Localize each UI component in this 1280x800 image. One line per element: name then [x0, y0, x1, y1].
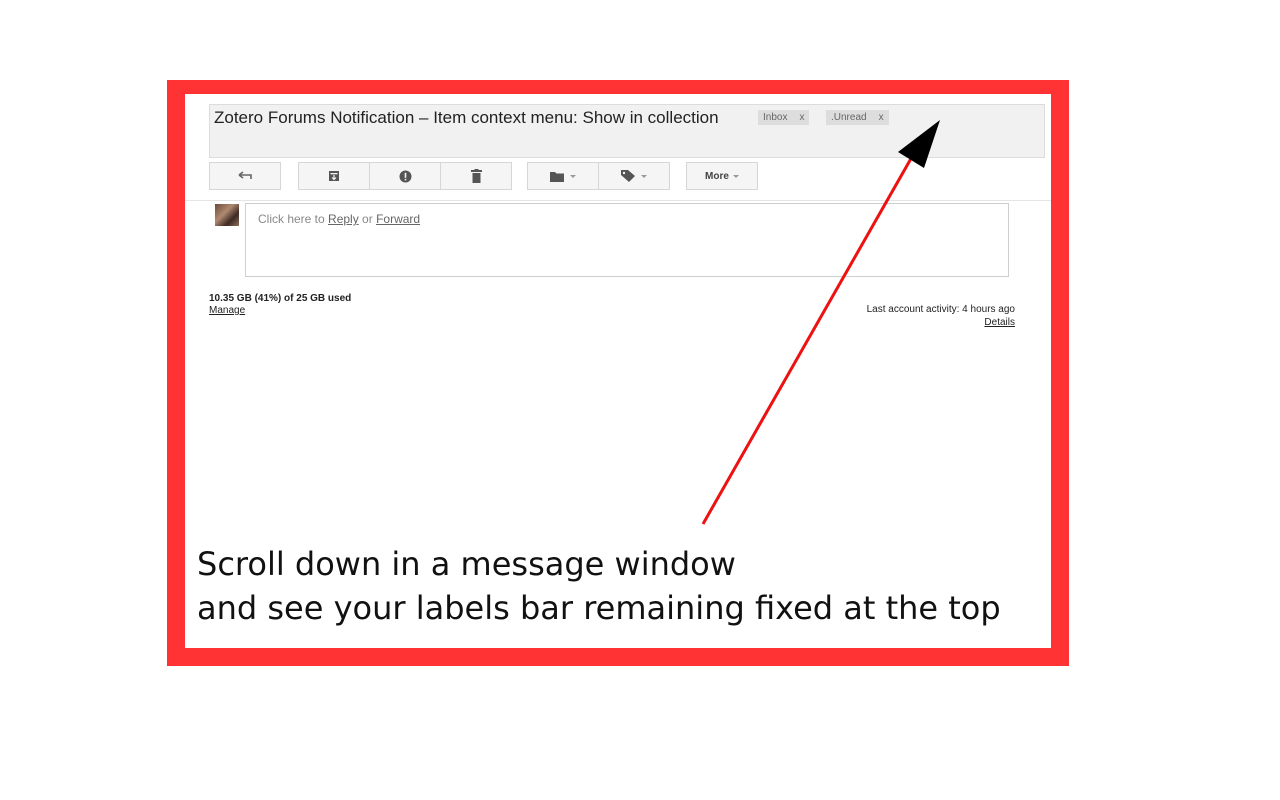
arrow-line — [701, 154, 915, 525]
arrow-head-icon — [898, 120, 940, 168]
pointer-arrow — [701, 120, 940, 525]
